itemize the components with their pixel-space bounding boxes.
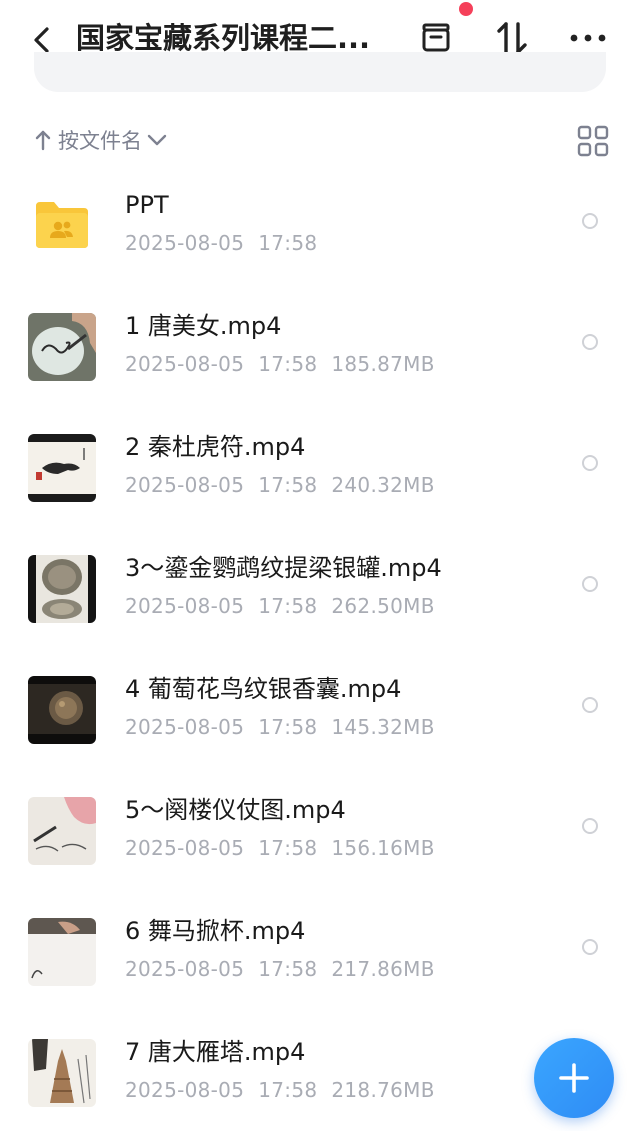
file-time: 17:58: [258, 352, 318, 376]
sort-up-arrow-icon: [35, 130, 51, 151]
add-fab-button[interactable]: [534, 1038, 614, 1118]
file-meta: 2025-08-05 17:58 262.50MB: [125, 591, 449, 621]
notification-dot: [459, 2, 473, 16]
file-time: 17:58: [258, 957, 318, 981]
file-name: 6 舞马掀杯.mp4: [125, 917, 306, 945]
file-date: 2025-08-05: [125, 715, 245, 739]
file-date: 2025-08-05: [125, 1078, 245, 1102]
search-bar[interactable]: [34, 52, 606, 92]
list-item-video[interactable]: 4 葡萄花鸟纹银香囊.mp4 2025-08-05 17:58 145.32MB: [0, 654, 640, 775]
file-name: 7 唐大雁塔.mp4: [125, 1038, 306, 1066]
video-thumbnail: [28, 1039, 96, 1107]
file-name: 3～鎏金鹦鹉纹提梁银罐.mp4: [125, 554, 442, 582]
select-radio[interactable]: [582, 818, 598, 834]
shared-folder-icon: [36, 202, 88, 248]
file-meta: 2025-08-05 17:58 156.16MB: [125, 833, 449, 863]
video-thumbnail: [28, 676, 96, 744]
file-size: 240.32MB: [331, 473, 435, 497]
file-time: 17:58: [258, 473, 318, 497]
file-meta: 2025-08-05 17:58 145.32MB: [125, 712, 449, 742]
file-size: 185.87MB: [331, 352, 435, 376]
more-dots-icon: [570, 34, 606, 42]
file-time: 17:58: [258, 836, 318, 860]
file-meta: 2025-08-05 17:58 185.87MB: [125, 349, 449, 379]
file-time: 17:58: [258, 1078, 318, 1102]
video-thumbnail: [28, 313, 96, 381]
file-name: 4 葡萄花鸟纹银香囊.mp4: [125, 675, 402, 703]
file-size: 218.76MB: [331, 1078, 435, 1102]
file-meta: 2025-08-05 17:58 240.32MB: [125, 470, 449, 500]
plus-icon: [559, 1063, 589, 1093]
file-date: 2025-08-05: [125, 594, 245, 618]
file-date: 2025-08-05: [125, 231, 245, 255]
file-time: 17:58: [258, 715, 318, 739]
file-time: 17:58: [258, 594, 318, 618]
select-radio[interactable]: [582, 939, 598, 955]
video-thumbnail: [28, 555, 96, 623]
file-time: 17:58: [258, 231, 318, 255]
list-item-video[interactable]: 5～阕楼仪仗图.mp4 2025-08-05 17:58 156.16MB: [0, 775, 640, 896]
file-meta: 2025-08-05 17:58 217.86MB: [125, 954, 449, 984]
file-name: 5～阕楼仪仗图.mp4: [125, 796, 346, 824]
list-item-folder[interactable]: PPT 2025-08-05 17:58: [0, 170, 640, 291]
list-item-video[interactable]: 2 秦杜虎符.mp4 2025-08-05 17:58 240.32MB: [0, 412, 640, 533]
video-thumbnail: [28, 797, 96, 865]
file-name: 1 唐美女.mp4: [125, 312, 282, 340]
archive-box-icon: [422, 23, 450, 52]
back-arrow-icon: [34, 27, 49, 53]
grid-view-icon[interactable]: [576, 124, 610, 158]
select-radio[interactable]: [582, 576, 598, 592]
list-item-video[interactable]: 1 唐美女.mp4 2025-08-05 17:58 185.87MB: [0, 291, 640, 412]
file-size: 262.50MB: [331, 594, 435, 618]
chevron-down-icon: [147, 134, 167, 146]
list-item-video[interactable]: 3～鎏金鹦鹉纹提梁银罐.mp4 2025-08-05 17:58 262.50MB: [0, 533, 640, 654]
file-date: 2025-08-05: [125, 836, 245, 860]
file-size: 217.86MB: [331, 957, 435, 981]
file-meta: 2025-08-05 17:58: [125, 228, 331, 258]
file-date: 2025-08-05: [125, 473, 245, 497]
file-list-screen: 国家宝藏系列课程二... 按文件名 PPT 2025-08-05 17:58 1…: [0, 0, 640, 1131]
file-name: 2 秦杜虎符.mp4: [125, 433, 306, 461]
list-item-video[interactable]: 6 舞马掀杯.mp4 2025-08-05 17:58 217.86MB: [0, 896, 640, 1017]
file-size: 156.16MB: [331, 836, 435, 860]
select-radio[interactable]: [582, 213, 598, 229]
video-thumbnail: [28, 434, 96, 502]
select-radio[interactable]: [582, 697, 598, 713]
file-size: 145.32MB: [331, 715, 435, 739]
file-date: 2025-08-05: [125, 957, 245, 981]
select-radio[interactable]: [582, 455, 598, 471]
file-date: 2025-08-05: [125, 352, 245, 376]
video-thumbnail: [28, 918, 96, 986]
sort-by-filename[interactable]: 按文件名: [34, 120, 168, 160]
sort-label: 按文件名: [58, 129, 142, 153]
select-radio[interactable]: [582, 334, 598, 350]
file-name: PPT: [125, 191, 169, 219]
file-meta: 2025-08-05 17:58 218.76MB: [125, 1075, 449, 1105]
